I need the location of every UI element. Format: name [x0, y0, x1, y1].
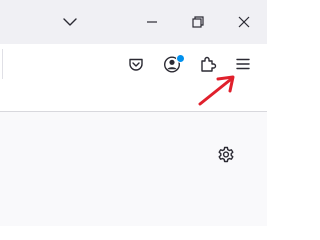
minimize-button[interactable] — [136, 6, 168, 38]
account-button[interactable] — [158, 50, 186, 78]
open-application-menu-button[interactable] — [229, 50, 257, 78]
close-button[interactable] — [228, 6, 260, 38]
navigation-toolbar — [0, 44, 267, 112]
save-to-pocket-button[interactable] — [122, 50, 150, 78]
restore-icon — [192, 16, 204, 28]
customize-settings-button[interactable] — [212, 141, 240, 169]
restore-button[interactable] — [182, 6, 214, 38]
account-notification-badge — [176, 54, 185, 63]
app-menu-icon — [236, 58, 250, 70]
close-icon — [238, 16, 250, 28]
url-bar-edge[interactable] — [0, 49, 3, 79]
extensions-button[interactable] — [194, 50, 222, 78]
page-content — [0, 112, 267, 226]
title-bar — [0, 0, 267, 44]
pocket-icon — [129, 58, 143, 71]
minimize-icon — [147, 21, 157, 23]
extensions-icon — [201, 56, 217, 72]
settings-gear-icon — [218, 146, 234, 163]
list-all-tabs-button[interactable] — [56, 8, 84, 36]
chevron-down-icon — [63, 18, 77, 26]
